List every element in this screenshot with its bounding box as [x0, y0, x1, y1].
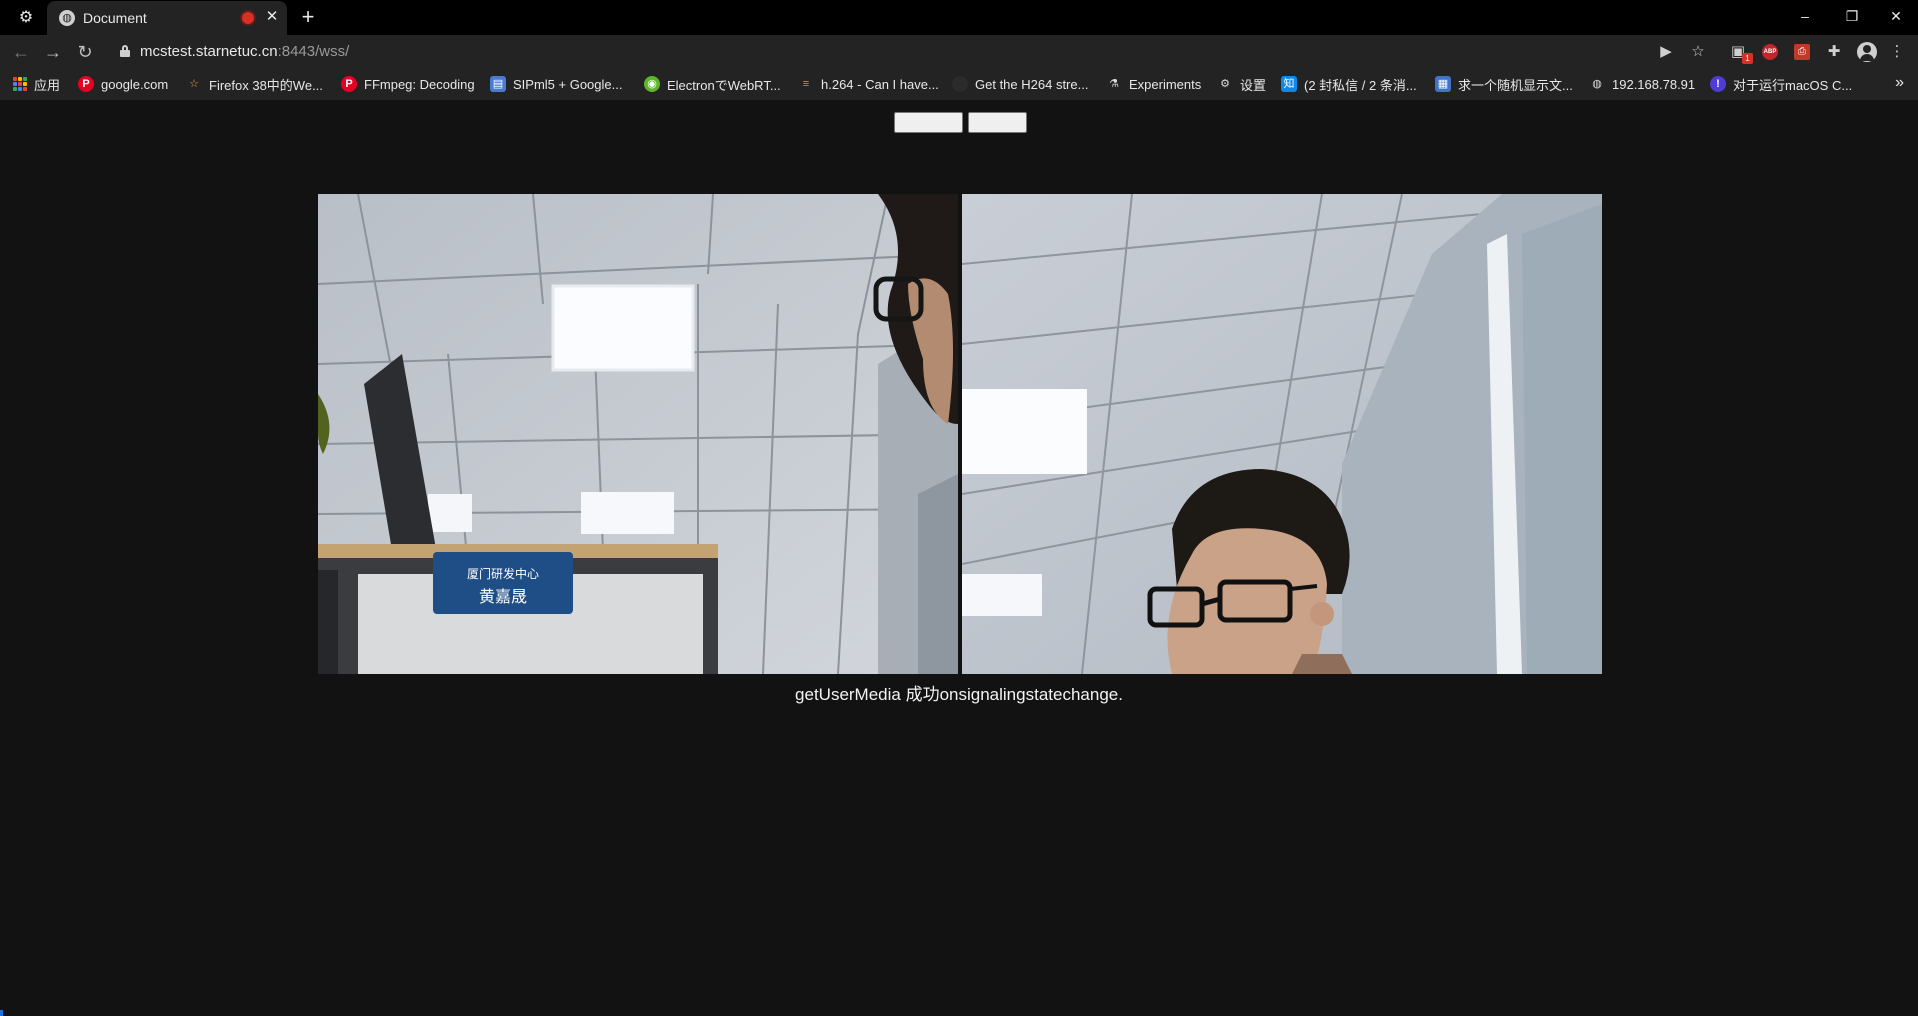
new-tab-button[interactable]: + — [296, 6, 320, 30]
apps-grid-icon — [13, 77, 27, 91]
close-icon[interactable]: ✕ — [263, 8, 281, 26]
window-close-button[interactable]: ✕ — [1876, 4, 1916, 28]
profile-avatar[interactable] — [1857, 42, 1877, 62]
forward-button[interactable]: → — [40, 39, 66, 65]
address-bar[interactable]: mcstest.starnetuc.cn:8443/wss/ — [108, 38, 1712, 65]
minimize-button[interactable]: – — [1785, 4, 1825, 28]
menu-kebab-icon[interactable]: ⋮ — [1885, 40, 1909, 64]
globe-icon: ◍ — [59, 10, 75, 26]
svg-text:黄嘉晟: 黄嘉晟 — [479, 587, 527, 606]
url-text[interactable]: mcstest.starnetuc.cn:8443/wss/ — [140, 43, 349, 60]
pdf-extension-icon[interactable]: ⎙ — [1794, 44, 1810, 60]
bookmark-item[interactable]: P FFmpeg: Decoding — [341, 73, 475, 95]
pinterest-icon: P — [78, 76, 94, 92]
bookmark-item[interactable]: ◉ ElectronでWebRT... — [644, 73, 781, 95]
globe-icon: ◍ — [1592, 78, 1602, 90]
svg-text:厦门研发中心: 厦门研发中心 — [467, 566, 539, 581]
bookmark-item[interactable]: P google.com — [78, 73, 168, 95]
answer-button[interactable]: answer — [968, 112, 1027, 133]
lock-icon[interactable] — [120, 45, 130, 57]
github-icon — [952, 76, 968, 92]
star-icon: ☆ — [189, 78, 199, 90]
bookmark-item[interactable]: ☆ Firefox 38中的We... — [186, 73, 323, 95]
doc-icon: ▤ — [490, 76, 506, 92]
camera-icon[interactable]: ▶ — [1654, 40, 1678, 64]
puzzle-icon[interactable]: ✚ — [1822, 40, 1846, 64]
bookmark-item[interactable]: Get the H264 stre... — [952, 73, 1088, 95]
bookmark-apps[interactable]: 应用 — [13, 73, 60, 95]
browser-tab[interactable]: ◍ Document ✕ — [47, 1, 287, 35]
extension-tabs-icon[interactable]: ▣ 1 — [1726, 40, 1753, 64]
stack-overflow-icon: ≡ — [802, 78, 810, 90]
browser-toolbar: ← → ↻ mcstest.starnetuc.cn:8443/wss/ ▶ ☆… — [0, 35, 1918, 68]
bookmarks-overflow-icon[interactable]: » — [1895, 74, 1904, 92]
bookmarks-bar: 应用 P google.com ☆ Firefox 38中的We... P FF… — [0, 68, 1918, 100]
tab-title: Document — [83, 10, 147, 26]
bookmark-item[interactable]: ! 对于运行macOS C... — [1710, 73, 1852, 95]
info-icon: ! — [1710, 76, 1726, 92]
flask-icon: ⚗ — [1109, 78, 1119, 90]
remote-video — [962, 194, 1602, 674]
bookmark-item[interactable]: ⚗ Experiments — [1106, 73, 1201, 95]
bookmark-item[interactable]: 知 (2 封私信 / 2 条消... — [1281, 73, 1417, 95]
bookmark-item[interactable]: ▦ 求一个随机显示文... — [1435, 73, 1573, 95]
status-message: getUserMedia 成功onsignalingstatechange. — [795, 685, 1123, 704]
bookmark-item[interactable]: ◍ 192.168.78.91 — [1589, 73, 1695, 95]
grid-icon: ▦ — [1435, 76, 1451, 92]
zhihu-icon: 知 — [1281, 76, 1297, 92]
recording-icon — [242, 12, 254, 24]
connect-button[interactable]: 发起连接 — [894, 112, 963, 133]
bookmark-star-icon[interactable]: ☆ — [1686, 40, 1710, 64]
adblock-icon[interactable]: ABP — [1762, 44, 1778, 60]
page-content: 发起连接 answer 厦门研发中心 黄嘉晟 getUserMedia 成功on… — [0, 100, 1918, 1016]
back-button[interactable]: ← — [8, 39, 34, 65]
local-video: 厦门研发中心 黄嘉晟 — [318, 194, 958, 674]
gear-icon[interactable]: ⚙ — [14, 8, 38, 28]
pinterest-icon: P — [341, 76, 357, 92]
restore-button[interactable]: ❐ — [1832, 4, 1872, 28]
bookmark-item[interactable]: ▤ SIPml5 + Google... — [490, 73, 622, 95]
bookmark-item[interactable]: ⚙ 设置 — [1217, 73, 1266, 95]
tab-strip: ⚙ ◍ Document ✕ + – ❐ ✕ — [0, 0, 1918, 35]
taskbar-edge — [0, 1010, 3, 1016]
gear-icon: ⚙ — [1220, 78, 1230, 90]
reload-button[interactable]: ↻ — [72, 39, 98, 65]
green-circle-icon: ◉ — [644, 76, 660, 92]
bookmark-item[interactable]: ≡ h.264 - Can I have... — [798, 73, 939, 95]
